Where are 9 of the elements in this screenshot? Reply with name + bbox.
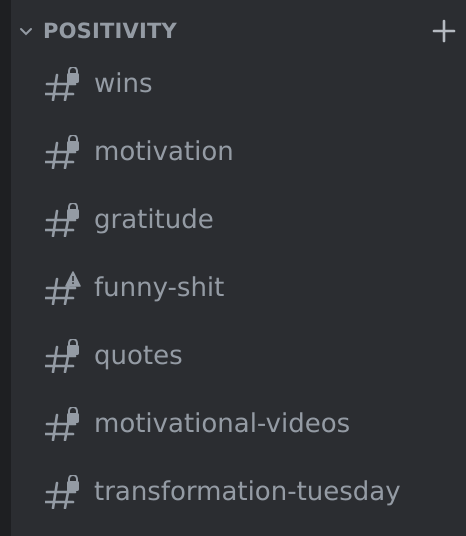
channel-name[interactable]: quotes xyxy=(94,341,183,371)
channel-name[interactable]: gratitude xyxy=(94,205,214,235)
channel-name[interactable]: wins xyxy=(94,69,153,99)
channel-name[interactable]: transformation-tuesday xyxy=(94,477,401,507)
category-name[interactable]: POSITIVITY xyxy=(43,19,432,43)
channel-name[interactable]: motivation xyxy=(94,137,234,167)
plus-icon[interactable] xyxy=(432,19,456,43)
channel-name[interactable]: motivational-videos xyxy=(94,409,350,439)
channel-name[interactable]: funny-shit xyxy=(94,273,224,303)
